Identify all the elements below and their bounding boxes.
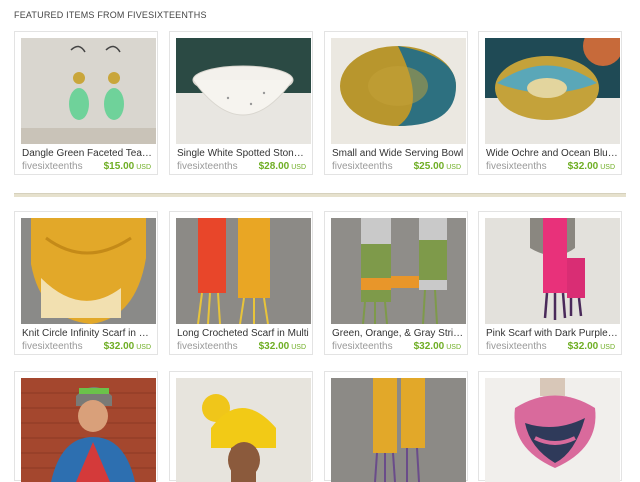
shop-name[interactable]: fivesixteenths	[22, 161, 83, 172]
listing-card[interactable]	[478, 371, 622, 482]
listing-image-ochre-ocean-bowl[interactable]	[485, 38, 620, 144]
shop-name[interactable]: fivesixteenths	[486, 341, 547, 352]
shop-name[interactable]: fivesixteenths	[22, 341, 83, 352]
listing-price: $15.00 USD	[103, 161, 151, 172]
listing-card[interactable]: Long Crocheted Scarf in Multi fivesixtee…	[169, 211, 313, 355]
shop-name[interactable]: fivesixteenths	[332, 161, 393, 172]
listing-title[interactable]: Long Crocheted Scarf in Multi	[177, 328, 309, 339]
listing-card[interactable]	[324, 371, 468, 482]
listing-card[interactable]: Wide Ochre and Ocean Blue Bowl fivesixte…	[478, 31, 622, 175]
shop-name[interactable]: fivesixteenths	[177, 161, 238, 172]
listing-card[interactable]: Green, Orange, & Gray Striped Scarf five…	[324, 211, 468, 355]
listing-card[interactable]	[14, 371, 158, 482]
section-divider	[14, 193, 626, 197]
listing-price: $25.00 USD	[413, 161, 461, 172]
listing-card[interactable]: Dangle Green Faceted Tear Drop Earrings …	[14, 31, 158, 175]
listing-image-yellow-hat[interactable]	[176, 378, 311, 482]
shop-name[interactable]: fivesixteenths	[177, 341, 238, 352]
section-title: FEATURED ITEMS FROM FIVESIXTEENTHS	[14, 10, 207, 20]
listing-image-yellow-infinity-scarf[interactable]	[21, 218, 156, 324]
listing-image-green-orange-gray-scarf[interactable]	[331, 218, 466, 324]
listing-title[interactable]: Pink Scarf with Dark Purple Fringe	[486, 328, 618, 339]
listing-title[interactable]: Single White Spotted Stoneware Bowl	[177, 148, 309, 159]
listing-title[interactable]: Small and Wide Serving Bowl	[332, 148, 464, 159]
listing-card[interactable]: Single White Spotted Stoneware Bowl five…	[169, 31, 313, 175]
listing-price: $32.00 USD	[103, 341, 151, 352]
listing-price: $32.00 USD	[567, 161, 615, 172]
listing-image-white-bowl[interactable]	[176, 38, 311, 144]
shop-name[interactable]: fivesixteenths	[332, 341, 393, 352]
listing-price: $32.00 USD	[413, 341, 461, 352]
listing-image-pink-scarf[interactable]	[485, 218, 620, 324]
listing-image-ochre-blue-bowl[interactable]	[331, 38, 466, 144]
listing-card[interactable]: Small and Wide Serving Bowl fivesixteent…	[324, 31, 468, 175]
listing-image-earrings[interactable]	[21, 38, 156, 144]
listing-card[interactable]: Knit Circle Infinity Scarf in Butter fiv…	[14, 211, 158, 355]
listing-image-pink-navy-cowl[interactable]	[485, 378, 620, 482]
listing-title[interactable]: Wide Ochre and Ocean Blue Bowl	[486, 148, 618, 159]
listing-card[interactable]	[169, 371, 313, 482]
listing-title[interactable]: Green, Orange, & Gray Striped Scarf	[332, 328, 464, 339]
listing-price: $32.00 USD	[567, 341, 615, 352]
listing-title[interactable]: Knit Circle Infinity Scarf in Butter	[22, 328, 154, 339]
listing-image-man-beanie[interactable]	[21, 378, 156, 482]
listing-image-yellow-long-scarf[interactable]	[331, 378, 466, 482]
listing-title[interactable]: Dangle Green Faceted Tear Drop Earrings	[22, 148, 154, 159]
listing-price: $28.00 USD	[258, 161, 306, 172]
listing-card[interactable]: Pink Scarf with Dark Purple Fringe fives…	[478, 211, 622, 355]
shop-name[interactable]: fivesixteenths	[486, 161, 547, 172]
listing-image-orange-yellow-scarf[interactable]	[176, 218, 311, 324]
listing-price: $32.00 USD	[258, 341, 306, 352]
